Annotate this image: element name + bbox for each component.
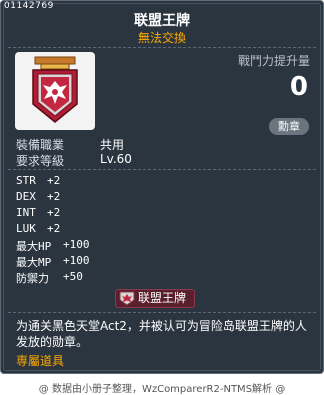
- item-description: 为通关黑色天堂Act2，并被认可为冒险岛联盟王牌的人发放的勋章。: [16, 319, 307, 349]
- stat-str-label: STR: [16, 174, 36, 187]
- req-level-label: 要求等級: [16, 154, 65, 168]
- stat-luk-label: LUK: [16, 222, 36, 235]
- set-badge-label: 联盟王牌: [138, 291, 187, 305]
- stat-dex-value: +2: [47, 190, 61, 203]
- stat-int-label: INT: [16, 206, 36, 219]
- req-job-value: 共用: [100, 138, 125, 152]
- stat-maxhp-value: +100: [63, 238, 90, 251]
- stat-defense-value: +50: [63, 270, 83, 283]
- requirements-divider: [8, 169, 316, 170]
- combat-power-label: 戰鬥力提升量: [237, 54, 310, 68]
- stat-luk-value: +2: [47, 222, 61, 235]
- exclusive-tag: 専屬道具: [16, 354, 65, 368]
- stat-str-value: +2: [47, 174, 61, 187]
- stat-defense-label: 防禦力: [16, 272, 49, 285]
- header-divider: [8, 47, 316, 48]
- medal-button[interactable]: 勳章: [269, 118, 309, 135]
- stat-dex-label: DEX: [16, 190, 36, 203]
- union-ace-medal-icon: [32, 56, 78, 123]
- trade-status: 無法交換: [137, 31, 186, 45]
- item-icon-frame: [15, 52, 95, 130]
- stat-maxmp-label: 最大MP: [16, 256, 52, 269]
- description-divider: [8, 312, 316, 313]
- req-job-label: 裝備職業: [16, 138, 65, 152]
- item-name: 联盟王牌: [134, 13, 190, 29]
- stat-int-value: +2: [47, 206, 61, 219]
- stat-maxhp-label: 最大HP: [16, 240, 52, 253]
- union-ace-medal-icon: [119, 291, 135, 306]
- stat-maxmp-value: +100: [63, 254, 90, 267]
- data-credit: @ 数据由小册子整理，WzComparerR2-NTMS解析 @: [38, 384, 286, 395]
- set-badge: 联盟王牌: [115, 289, 196, 308]
- req-level-value: Lv.60: [100, 152, 132, 166]
- combat-power-value: 0: [289, 72, 308, 102]
